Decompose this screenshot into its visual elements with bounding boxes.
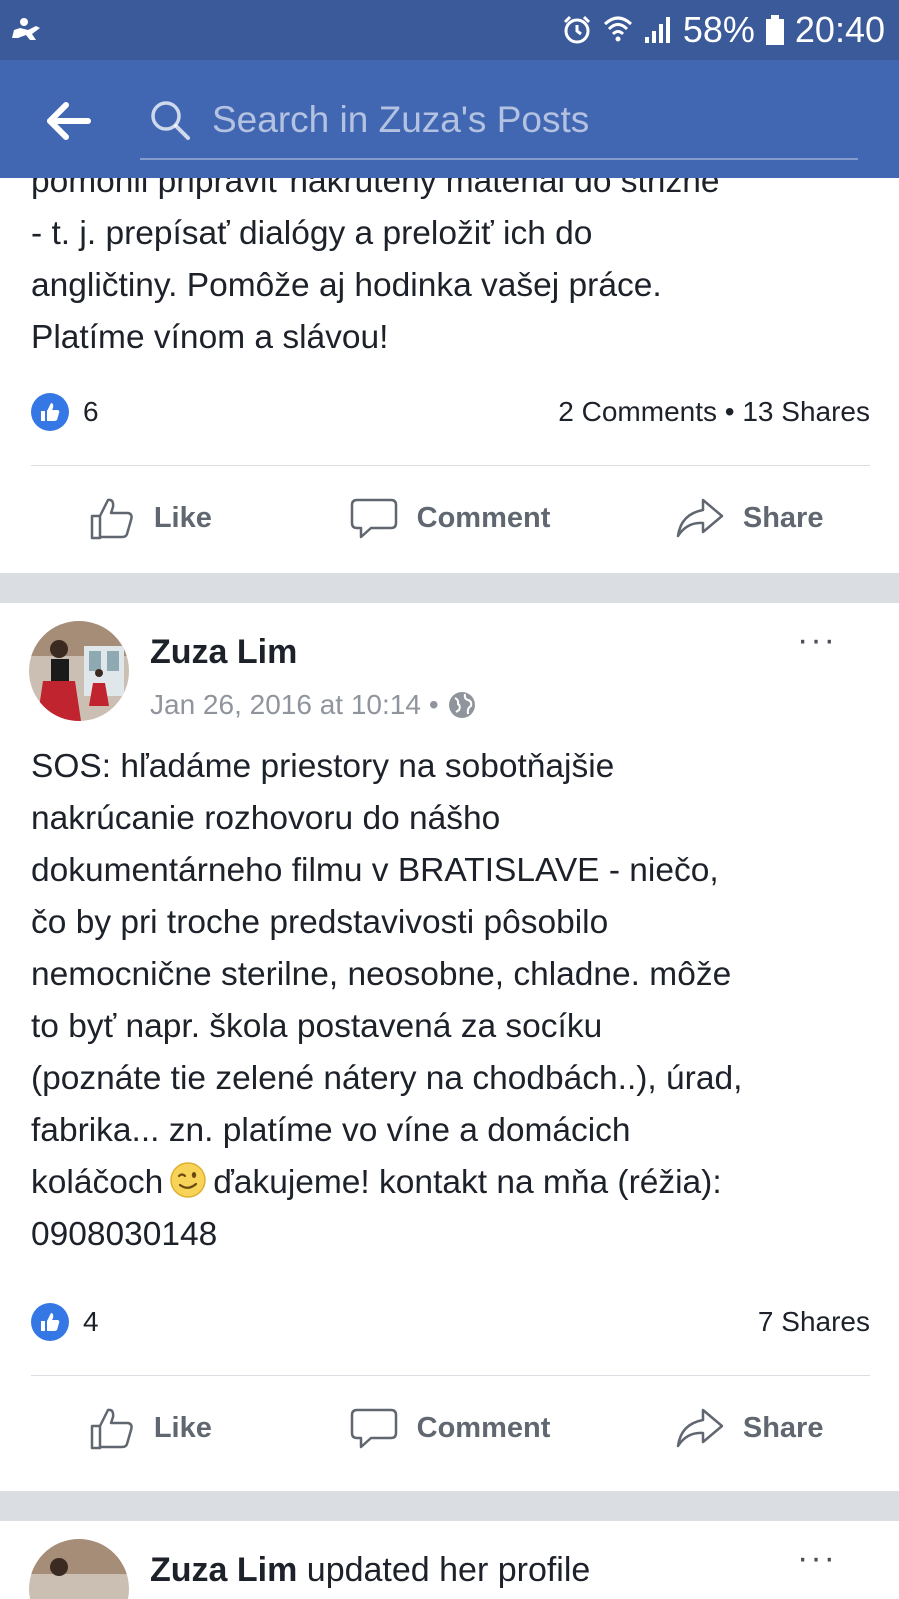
post-timestamp[interactable]: Jan 26, 2016 at 10:14 (150, 689, 421, 721)
like-count[interactable]: 6 (31, 393, 99, 431)
more-options-button[interactable]: ··· (797, 621, 837, 660)
thumbs-up-icon (90, 1408, 133, 1450)
wink-emoji-icon (170, 1162, 206, 1198)
shares-count[interactable]: 7 Shares (758, 1306, 870, 1338)
like-label: Like (153, 501, 212, 534)
share-icon (676, 498, 724, 538)
back-button[interactable] (44, 96, 94, 146)
post-meta: Jan 26, 2016 at 10:14 • (150, 689, 477, 721)
post-text-line: pomohli pripraviť nakrútený materiál do … (31, 178, 720, 200)
post-text-line: nakrúcanie rozhovoru do nášho (31, 800, 501, 837)
comment-button[interactable]: Comment (300, 468, 600, 568)
battery-icon (765, 14, 785, 46)
comment-label: Comment (416, 501, 551, 534)
post-text-fragment: koláčoch (31, 1164, 164, 1201)
post-text-line: Platíme vínom a slávou! (31, 319, 389, 356)
share-icon (676, 1408, 724, 1448)
post-text-fragment: ďakujeme! kontakt na mňa (réžia): (213, 1164, 722, 1201)
post-activity: updated her profile (297, 1551, 591, 1589)
search-bar[interactable] (140, 82, 858, 160)
post-card: Zuza Lim Jan 26, 2016 at 10:14 • ··· SOS… (0, 603, 899, 1491)
post-actions: Like Comment Share (0, 468, 899, 568)
like-count[interactable]: 4 (31, 1303, 99, 1341)
post-card: pomohli pripraviť nakrútený materiál do … (0, 178, 899, 573)
post-text-line: angličtiny. Pomôže aj hodinka vašej prác… (31, 267, 662, 304)
comments-shares-count[interactable]: 2 Comments • 13 Shares (558, 396, 870, 428)
signal-icon (643, 15, 673, 45)
post-stats: 4 7 Shares (31, 1300, 870, 1344)
search-input[interactable] (210, 98, 814, 142)
like-count-value: 4 (83, 1306, 99, 1337)
back-arrow-icon (47, 102, 91, 140)
comment-label: Comment (416, 1411, 551, 1444)
status-bar: 58% 20:40 (0, 0, 899, 60)
globe-icon (448, 692, 475, 718)
post-body: pomohli pripraviť nakrútený materiál do … (31, 178, 876, 364)
post-text-line[interactable]: 0908030148 (31, 1209, 876, 1261)
wifi-icon (603, 14, 633, 46)
like-reaction-icon (31, 393, 69, 431)
post-separator (0, 1491, 899, 1521)
post-body: SOS: hľadáme priestory na sobotňajšie na… (31, 741, 876, 1261)
search-icon (151, 101, 190, 140)
post-card: Zuza Lim updated her profile ··· (0, 1521, 899, 1599)
profile-photo (29, 1539, 129, 1599)
like-reaction-icon (31, 1303, 69, 1341)
post-text-line: to byť napr. škola postavená za socíku (31, 1008, 603, 1045)
divider (31, 1375, 870, 1376)
like-label: Like (153, 1411, 212, 1444)
post-separator (0, 573, 899, 603)
share-label: Share (742, 1411, 824, 1444)
post-actions: Like Comment Share (0, 1378, 899, 1478)
notification-icon (10, 16, 44, 49)
divider (31, 465, 870, 466)
post-author: Zuza Lim updated her profile (150, 1551, 590, 1590)
thumbs-up-icon (90, 498, 133, 540)
comment-icon (350, 1408, 397, 1449)
app-bar (0, 60, 899, 178)
like-count-value: 6 (83, 396, 99, 427)
battery-percent: 58% (682, 9, 755, 50)
comment-icon (350, 498, 397, 539)
like-button[interactable]: Like (0, 1378, 300, 1478)
meta-separator: • (428, 689, 439, 720)
comment-button[interactable]: Comment (300, 1378, 600, 1478)
share-label: Share (742, 501, 824, 534)
post-text-line: SOS: hľadáme priestory na sobotňajšie (31, 748, 615, 785)
post-text-line-emoji: koláčoch ďakujeme! kontakt na mňa (réžia)… (31, 1157, 876, 1209)
avatar[interactable] (29, 621, 129, 721)
author-name[interactable]: Zuza Lim (150, 1551, 297, 1589)
clock: 20:40 (794, 9, 885, 50)
feed[interactable]: pomohli pripraviť nakrútený materiál do … (0, 178, 899, 1599)
share-button[interactable]: Share (599, 468, 899, 568)
post-text-line: čo by pri troche predstavivosti pôsobilo (31, 904, 609, 941)
like-button[interactable]: Like (0, 468, 300, 568)
profile-photo (29, 621, 129, 721)
alarm-icon (561, 14, 593, 46)
avatar[interactable] (29, 1539, 129, 1599)
post-author[interactable]: Zuza Lim (150, 633, 297, 672)
post-text-line: nemocnične sterilne, neosobne, chladne. … (31, 956, 732, 993)
post-text-line: - t. j. prepísať dialógy a preložiť ich … (31, 215, 593, 252)
post-text-line: (poznáte tie zelené nátery na chodbách..… (31, 1060, 743, 1097)
more-options-button[interactable]: ··· (797, 1539, 837, 1578)
post-stats: 6 2 Comments • 13 Shares (31, 390, 870, 434)
post-text-line: fabrika... zn. platíme vo víne a domácic… (31, 1112, 631, 1149)
post-text-line: dokumentárneho filmu v BRATISLAVE - nieč… (31, 852, 719, 889)
share-button[interactable]: Share (599, 1378, 899, 1478)
